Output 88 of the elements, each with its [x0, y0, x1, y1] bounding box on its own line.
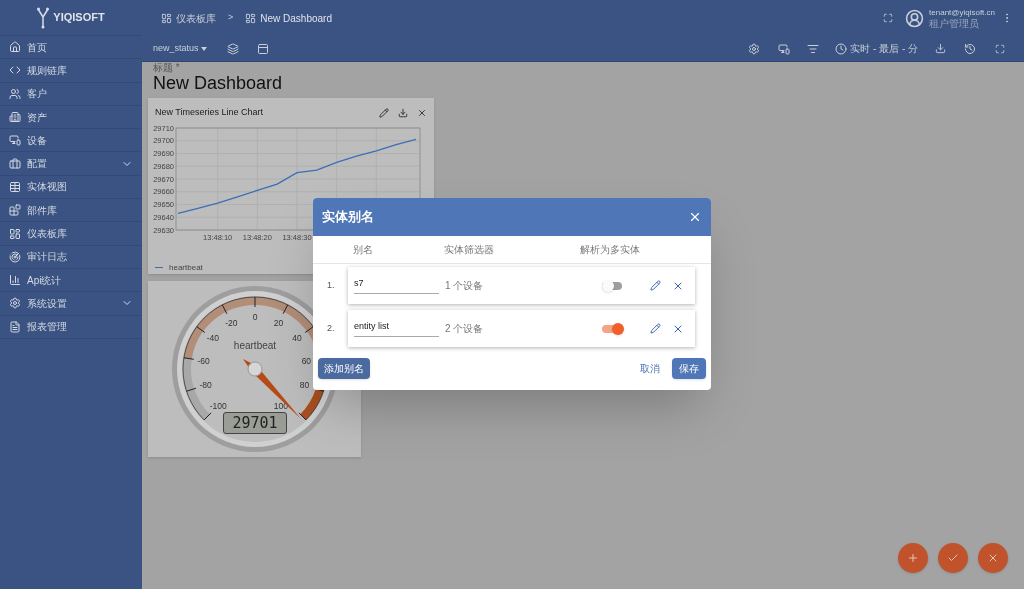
- breadcrumb-separator: >: [228, 11, 234, 25]
- nav-icon: [9, 320, 21, 333]
- column-header: 实体筛选器: [444, 243, 495, 257]
- row-number: 1.: [326, 278, 336, 292]
- check-icon: [947, 552, 959, 564]
- nav-icon: [9, 87, 21, 100]
- breadcrumb-current: New Dashboard: [260, 11, 332, 26]
- user-role: 租户管理员: [929, 18, 981, 29]
- state-selector[interactable]: new_status: [153, 41, 207, 56]
- nav-icon: [9, 250, 21, 263]
- gauge-tick-label: -100: [209, 400, 227, 411]
- gauge-tick-label: 0: [252, 312, 258, 322]
- breadcrumb-link[interactable]: 仪表板库: [176, 10, 216, 26]
- sidebar-item[interactable]: 资产: [0, 105, 142, 130]
- logo-icon: [37, 6, 50, 29]
- toggle-switch[interactable]: [602, 321, 624, 336]
- edit-button[interactable]: [650, 280, 661, 291]
- sidebar-item[interactable]: Api统计: [0, 268, 142, 293]
- sidebar-item[interactable]: 设备: [0, 129, 142, 153]
- settings-icon[interactable]: [748, 42, 761, 55]
- gauge-tick-label: 100: [273, 400, 288, 411]
- nav-icon: [9, 157, 21, 170]
- nav-icon: [9, 111, 21, 124]
- gauge-tick-label: 40: [292, 333, 302, 344]
- gauge-value-display: 29701: [223, 412, 287, 434]
- gauge-tick-label: 60: [301, 355, 312, 366]
- gauge-label: heartbeat: [233, 340, 277, 351]
- fullscreen-icon[interactable]: [883, 13, 894, 23]
- alias-field[interactable]: s7: [354, 277, 439, 294]
- nav-icon: [9, 134, 21, 147]
- dashboard-icon: [245, 12, 257, 24]
- nav-icon: [9, 297, 21, 310]
- gauge-tick-label: 80: [299, 380, 310, 391]
- sidebar-item[interactable]: 仪表板库: [0, 222, 142, 246]
- sidebar-item[interactable]: 规则链库: [0, 59, 142, 83]
- save-button[interactable]: 保存: [672, 358, 706, 379]
- history-icon[interactable]: [964, 42, 976, 55]
- filter-text: 1 个设备: [445, 279, 485, 293]
- sidebar-item[interactable]: 客户: [0, 82, 142, 106]
- sidebar-item[interactable]: 实体视图: [0, 175, 142, 200]
- nav-icon: [9, 204, 21, 217]
- nav-icon: [9, 227, 21, 240]
- sidebar-item[interactable]: 审计日志: [0, 245, 142, 269]
- filter-icon[interactable]: [807, 42, 820, 55]
- dashboard-icon: [161, 12, 172, 24]
- timewindow-button[interactable]: 实时 - 最后 - 分: [835, 41, 918, 56]
- nav-icon: [9, 41, 21, 54]
- close-icon: [987, 552, 999, 564]
- gauge-tick-label: 20: [273, 317, 284, 328]
- cancel-button[interactable]: 取消: [640, 361, 660, 376]
- layers-icon[interactable]: [226, 42, 239, 55]
- layout-icon[interactable]: [256, 42, 269, 55]
- gauge-tick-label: -40: [206, 333, 220, 344]
- logo-text: YIQISOFT: [53, 10, 105, 26]
- sidebar-item[interactable]: 配置: [0, 152, 142, 176]
- row-number: 2.: [326, 321, 336, 335]
- nav-icon: [9, 180, 21, 193]
- legend-swatch: [155, 266, 163, 269]
- legend-label: heartbeat: [169, 261, 203, 274]
- gauge-tick-label: -80: [199, 380, 212, 391]
- devices-icon[interactable]: [778, 42, 791, 55]
- download-icon[interactable]: [398, 107, 408, 118]
- widget-title: New Timeseries Line Chart: [155, 106, 265, 119]
- sidebar-item[interactable]: 部件库: [0, 199, 142, 223]
- dialog-title: 实体别名: [322, 208, 374, 227]
- gauge-tick-label: -20: [225, 317, 238, 328]
- column-header: 解析为多实体: [580, 243, 640, 257]
- alias-field[interactable]: entity list: [354, 320, 439, 337]
- toggle-switch[interactable]: [602, 278, 624, 293]
- sidebar-item[interactable]: 报表管理: [0, 315, 142, 339]
- edit-icon[interactable]: [379, 107, 389, 118]
- avatar-icon[interactable]: [905, 8, 925, 28]
- clock-icon: [835, 42, 848, 55]
- fullscreen-icon[interactable]: [995, 43, 1005, 54]
- dashboard-title: New Dashboard: [153, 73, 284, 93]
- gauge-tick-label: -60: [197, 355, 210, 366]
- add-alias-button[interactable]: 添加别名: [318, 358, 370, 379]
- sidebar-item[interactable]: 系统设置: [0, 292, 142, 316]
- user-email: tenant@yiqisoft.cn: [929, 7, 995, 18]
- download-icon[interactable]: [935, 43, 946, 54]
- filter-text: 2 个设备: [445, 322, 485, 336]
- edit-button[interactable]: [650, 323, 661, 334]
- title-field-label: 标题 *: [153, 63, 181, 73]
- close-button[interactable]: [688, 210, 702, 224]
- nav-icon: [9, 274, 21, 287]
- close-icon[interactable]: [417, 107, 427, 118]
- plus-icon: [907, 552, 919, 564]
- column-header: 别名: [353, 243, 374, 257]
